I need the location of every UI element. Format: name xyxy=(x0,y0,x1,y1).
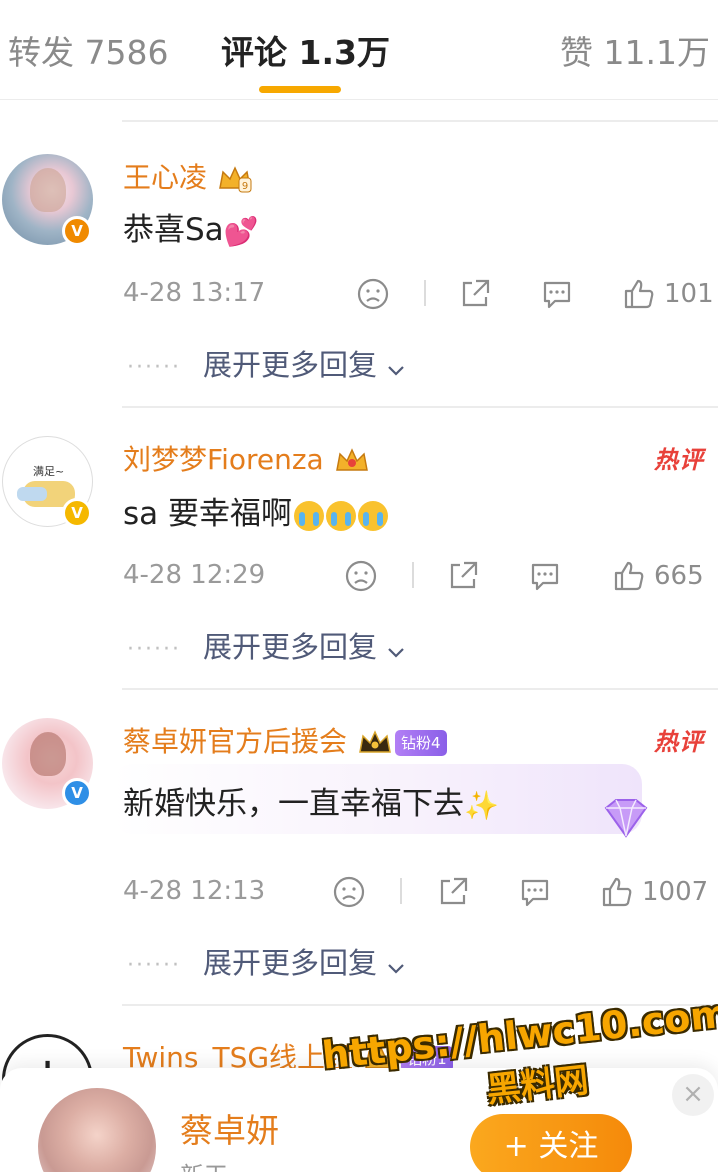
dislike-icon[interactable] xyxy=(356,272,390,316)
tab-bar: 转发 7586 评论 1.3万 赞 11.1万 xyxy=(0,0,718,100)
dislike-icon[interactable] xyxy=(332,870,366,914)
comment-actions: 4-28 12:13 1007 xyxy=(0,870,718,914)
author-subtitle: 新天 xyxy=(180,1156,228,1172)
reply-icon[interactable] xyxy=(540,272,574,316)
share-icon[interactable] xyxy=(446,554,480,598)
expand-replies-button[interactable]: ······ 展开更多回复 xyxy=(127,940,405,982)
like-button[interactable]: 1007 xyxy=(600,870,708,914)
comment-username[interactable]: 蔡卓妍官方后援会 钻粉4 xyxy=(123,720,447,760)
comment-time: 4-28 13:17 xyxy=(123,278,266,308)
dislike-icon[interactable] xyxy=(344,554,378,598)
divider xyxy=(122,406,718,408)
share-icon[interactable] xyxy=(458,272,492,316)
fan-level-badge: 钻粉4 xyxy=(395,730,447,756)
like-button[interactable]: 665 xyxy=(612,554,704,598)
separator xyxy=(412,562,414,588)
verified-icon: V xyxy=(62,778,92,808)
crown-icon xyxy=(357,728,393,758)
verified-icon: V xyxy=(62,216,92,246)
active-tab-indicator xyxy=(259,86,341,93)
hot-comment-tag: 热评 xyxy=(654,446,704,474)
like-count: 101 xyxy=(664,279,714,309)
crown-icon: 9 xyxy=(217,164,253,194)
comment-text: 新婚快乐，一直幸福下去✨ xyxy=(123,786,499,822)
crying-emoji-icon xyxy=(358,500,389,531)
chevron-down-icon xyxy=(387,350,405,384)
comment-actions: 4-28 13:17 101 xyxy=(0,272,718,316)
comment-actions: 4-28 12:29 665 xyxy=(0,554,718,598)
comment-text: 恭喜Sa💕 xyxy=(123,212,259,248)
comment-username[interactable]: 刘梦梦Fiorenza xyxy=(123,438,370,478)
diamond-fan-icon xyxy=(604,799,648,838)
like-icon xyxy=(624,279,654,309)
follow-bar: 蔡卓妍 新天 + 关注 xyxy=(0,1068,718,1172)
chevron-down-icon xyxy=(387,948,405,982)
comment-username[interactable]: 王心凌 9 xyxy=(123,156,253,196)
reply-icon[interactable] xyxy=(518,870,552,914)
separator xyxy=(400,878,402,904)
tab-repost[interactable]: 转发 7586 xyxy=(8,26,168,74)
share-icon[interactable] xyxy=(436,870,470,914)
verified-icon: V xyxy=(62,498,92,528)
close-icon[interactable]: × xyxy=(672,1074,714,1116)
divider xyxy=(122,120,718,122)
like-count: 1007 xyxy=(642,877,709,907)
chevron-down-icon xyxy=(387,632,405,666)
heart-emoji-icon: 💕 xyxy=(223,215,259,248)
reply-icon[interactable] xyxy=(528,554,562,598)
like-button[interactable]: 101 xyxy=(622,272,714,316)
like-icon xyxy=(614,561,644,591)
crying-emoji-icon xyxy=(326,500,357,531)
comment-time: 4-28 12:29 xyxy=(123,560,266,590)
tab-like[interactable]: 赞 11.1万 xyxy=(560,26,710,74)
svg-text:9: 9 xyxy=(242,181,248,192)
author-avatar[interactable] xyxy=(38,1088,156,1172)
like-icon xyxy=(602,877,632,907)
divider xyxy=(122,688,718,690)
comment-time: 4-28 12:13 xyxy=(123,876,266,906)
expand-replies-button[interactable]: ······ 展开更多回复 xyxy=(127,624,405,666)
sparkle-emoji-icon: ✨ xyxy=(464,789,499,822)
crying-emoji-icon xyxy=(294,500,325,531)
expand-replies-button[interactable]: ······ 展开更多回复 xyxy=(127,342,405,384)
comment-text: sa 要幸福啊 xyxy=(123,488,389,533)
hot-comment-tag: 热评 xyxy=(654,728,704,756)
author-name[interactable]: 蔡卓妍 xyxy=(180,1104,279,1152)
follow-button[interactable]: + 关注 xyxy=(470,1114,632,1172)
crown-icon xyxy=(334,446,370,476)
like-count: 665 xyxy=(654,561,704,591)
separator xyxy=(424,280,426,306)
